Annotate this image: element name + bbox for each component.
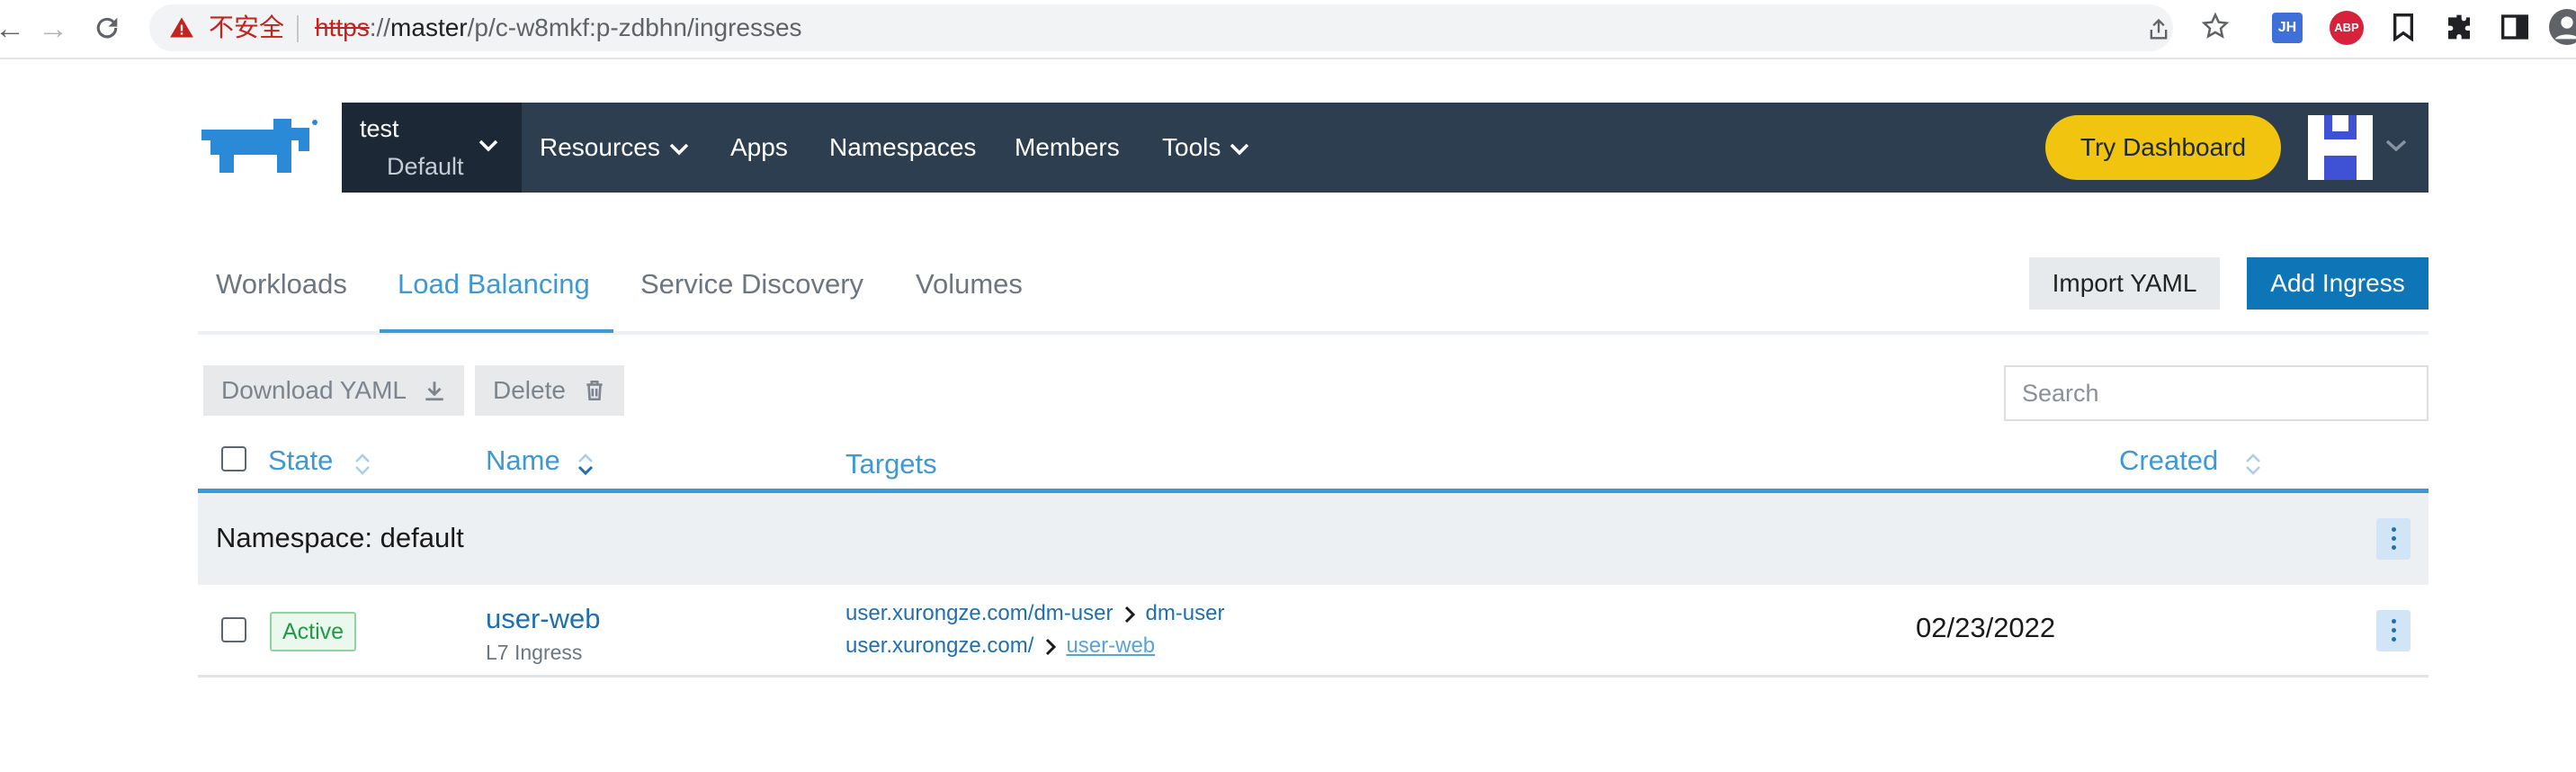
namespace-group-label: Namespace: default: [216, 522, 464, 553]
chevron-down-icon: [669, 143, 689, 156]
reload-icon[interactable]: [92, 13, 122, 43]
import-yaml-button[interactable]: Import YAML: [2029, 257, 2220, 310]
ingress-name-link[interactable]: user-web: [486, 603, 601, 635]
chevron-down-icon: [479, 139, 498, 152]
nav-namespaces[interactable]: Namespaces: [829, 133, 976, 162]
column-header-state[interactable]: State: [268, 444, 333, 477]
address-bar[interactable]: 不安全 https://master/p/c-w8mkf:p-zdbhn/ing…: [149, 4, 2173, 51]
download-yaml-button[interactable]: Download YAML: [203, 365, 464, 416]
delete-label: Delete: [493, 376, 566, 404]
url-host: master: [390, 13, 468, 41]
column-header-name[interactable]: Name: [486, 444, 560, 477]
row-divider: [198, 675, 2428, 678]
url-path: /p/c-w8mkf:p-zdbhn/ingresses: [467, 13, 802, 41]
select-all-checkbox[interactable]: [221, 446, 246, 471]
row-actions-kebab-icon[interactable]: [2376, 610, 2411, 651]
column-header-targets: Targets: [845, 448, 937, 480]
omnibox-separator: [297, 15, 299, 42]
tab-volumes[interactable]: Volumes: [916, 268, 1023, 301]
search-input[interactable]: [2004, 365, 2428, 421]
group-actions-kebab-icon[interactable]: [2376, 518, 2411, 560]
nav-tools[interactable]: Tools: [1162, 133, 1249, 162]
security-label[interactable]: 不安全: [209, 14, 284, 41]
url-separator: ://: [369, 13, 391, 41]
created-date: 02/23/2022: [1916, 612, 2056, 643]
ingress-type: L7 Ingress: [486, 641, 583, 664]
cluster-name: test: [360, 115, 399, 142]
table-row: Active user-web L7 Ingress user.xurongze…: [198, 585, 2428, 675]
warning-icon: [170, 17, 193, 38]
target-service-link[interactable]: user-web: [1066, 633, 1155, 658]
trash-icon: [586, 380, 603, 401]
back-icon[interactable]: ←: [0, 9, 25, 49]
forward-icon[interactable]: →: [38, 9, 68, 49]
bookmark-star-icon[interactable]: [2202, 13, 2229, 40]
try-dashboard-button[interactable]: Try Dashboard: [2045, 115, 2281, 180]
nav-members[interactable]: Members: [1015, 133, 1120, 162]
sort-descending-icon[interactable]: [577, 452, 594, 477]
status-badge: Active: [270, 612, 357, 651]
profile-icon[interactable]: [2549, 9, 2576, 45]
url-scheme: https: [315, 13, 370, 41]
active-tab-indicator: [380, 329, 613, 333]
chevron-down-icon[interactable]: [2385, 139, 2407, 153]
target-path-link[interactable]: user.xurongze.com/dm-user: [845, 601, 1113, 625]
target-rule: user.xurongze.com/user-web: [845, 633, 1155, 659]
nav-apps[interactable]: Apps: [730, 133, 788, 162]
browser-toolbar: ← → 不安全 https://master/p/c-w8mkf:p-zdbhn…: [0, 0, 2576, 59]
chevron-right-icon: [1125, 606, 1136, 623]
nav-resources-label: Resources: [540, 133, 660, 161]
nav-resources[interactable]: Resources: [540, 133, 689, 162]
user-avatar[interactable]: [2308, 115, 2373, 180]
target-service-link[interactable]: dm-user: [1145, 601, 1224, 625]
extensions-puzzle-icon[interactable]: [2445, 13, 2473, 41]
jh-extension-icon[interactable]: JH: [2272, 13, 2303, 43]
app-header: test Default Resources Apps Namespaces M…: [342, 103, 2428, 193]
cluster-project-switcher[interactable]: test Default: [342, 103, 522, 193]
reading-list-icon[interactable]: [2391, 13, 2416, 41]
sort-icon[interactable]: [354, 452, 371, 477]
download-icon: [425, 382, 443, 401]
tab-workloads[interactable]: Workloads: [216, 268, 347, 301]
download-yaml-label: Download YAML: [221, 376, 407, 404]
sort-icon[interactable]: [2245, 452, 2261, 477]
add-ingress-button[interactable]: Add Ingress: [2247, 257, 2428, 310]
share-icon[interactable]: [2146, 17, 2171, 42]
tab-service-discovery[interactable]: Service Discovery: [640, 268, 863, 301]
namespace-group-row: Namespace: default: [198, 493, 2428, 585]
rancher-logo[interactable]: [198, 115, 320, 176]
adblock-plus-icon[interactable]: ABP: [2330, 11, 2364, 45]
url-text[interactable]: https://master/p/c-w8mkf:p-zdbhn/ingress…: [315, 14, 802, 41]
nav-tools-label: Tools: [1162, 133, 1221, 161]
column-header-created[interactable]: Created: [2119, 444, 2218, 477]
project-name: Default: [387, 153, 464, 180]
target-path-link[interactable]: user.xurongze.com/: [845, 633, 1033, 658]
chevron-right-icon: [1046, 638, 1057, 655]
target-rule: user.xurongze.com/dm-user dm-user: [845, 601, 1225, 626]
tab-load-balancing[interactable]: Load Balancing: [398, 268, 590, 301]
side-panel-icon[interactable]: [2500, 13, 2529, 41]
chevron-down-icon: [1230, 143, 1249, 156]
row-checkbox[interactable]: [221, 617, 246, 642]
delete-button[interactable]: Delete: [475, 365, 624, 416]
